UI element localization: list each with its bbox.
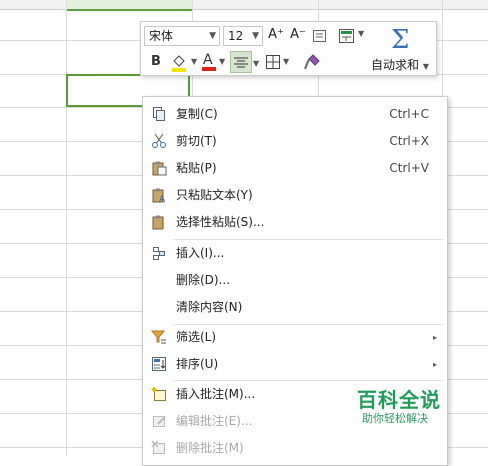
chevron-down-icon: ▼ bbox=[191, 57, 198, 66]
delete-comment-icon bbox=[151, 440, 165, 454]
menu-item-paste-text-only[interactable]: A 只粘贴文本(Y) bbox=[143, 182, 447, 209]
format-painter-button[interactable] bbox=[301, 51, 323, 73]
svg-text:A: A bbox=[159, 195, 166, 203]
menu-item-label: 排序(U) bbox=[176, 357, 219, 371]
autosum-label: 自动求和 bbox=[371, 58, 420, 72]
paste-special-icon: ? bbox=[152, 215, 165, 230]
menu-item-clear-contents[interactable]: 清除内容(N) bbox=[143, 294, 447, 321]
column-header-h[interactable] bbox=[442, 0, 488, 10]
menu-item-label: 插入(I)... bbox=[176, 246, 225, 260]
menu-item-paste-special[interactable]: ? 选择性粘贴(S)... bbox=[143, 209, 447, 236]
watermark-title: 百科全说 bbox=[357, 388, 441, 412]
bold-button[interactable]: B bbox=[145, 51, 167, 73]
font-size-select[interactable]: 12 ▼ bbox=[223, 26, 263, 46]
menu-item-shortcut: Ctrl+X bbox=[389, 134, 429, 148]
paint-bucket-icon bbox=[172, 55, 186, 72]
chevron-down-icon: ▼ bbox=[358, 29, 365, 38]
column-header-e[interactable]: E bbox=[66, 0, 192, 11]
sigma-icon: Σ bbox=[391, 25, 410, 55]
font-name-select[interactable]: 宋体 ▼ bbox=[144, 26, 220, 46]
menu-item-label: 清除内容(N) bbox=[176, 300, 243, 314]
menu-item-label: 剪切(T) bbox=[176, 134, 217, 148]
menu-item-label: 复制(C) bbox=[176, 107, 218, 121]
column-header-g[interactable]: G bbox=[318, 0, 442, 10]
menu-item-delete[interactable]: 删除(D)... bbox=[143, 267, 447, 294]
shrink-font-icon: A⁻ bbox=[290, 27, 306, 42]
chevron-down-icon: ▼ bbox=[209, 31, 216, 41]
menu-item-label: 删除(D)... bbox=[176, 273, 231, 287]
clear-format-button[interactable] bbox=[312, 28, 328, 44]
menu-item-paste[interactable]: 粘贴(P) Ctrl+V bbox=[143, 155, 447, 182]
menu-item-label: 删除批注(M) bbox=[176, 441, 244, 455]
menu-item-shortcut: Ctrl+V bbox=[389, 161, 429, 175]
chevron-down-icon: ▼ bbox=[253, 59, 260, 68]
clear-format-icon bbox=[313, 30, 326, 42]
bold-icon: B bbox=[151, 54, 161, 69]
menu-item-label: 只粘贴文本(Y) bbox=[176, 188, 253, 202]
menu-item-sort[interactable]: 排序(U) ▸ bbox=[143, 351, 447, 378]
column-label-g: G bbox=[376, 0, 385, 2]
grow-font-icon: A⁺ bbox=[268, 27, 284, 42]
watermark-subtitle: 助你轻松解决 bbox=[362, 412, 428, 425]
align-center-button[interactable] bbox=[230, 51, 252, 73]
wrap-text-icon bbox=[339, 29, 354, 43]
menu-item-label: 编辑批注(E)... bbox=[176, 414, 253, 428]
menu-item-insert[interactable]: 插入(I)... bbox=[143, 240, 447, 267]
chevron-down-icon: ▼ bbox=[219, 57, 226, 66]
insert-icon bbox=[153, 247, 165, 260]
menu-item-copy[interactable]: 复制(C) Ctrl+C bbox=[143, 101, 447, 128]
shrink-font-button[interactable]: A⁻ bbox=[288, 27, 308, 45]
fill-color-button[interactable]: ▼ bbox=[167, 51, 199, 73]
submenu-arrow-icon: ▸ bbox=[432, 360, 437, 369]
align-dropdown[interactable]: ▼ bbox=[253, 51, 261, 73]
font-color-swatch bbox=[202, 67, 216, 71]
column-header-d[interactable] bbox=[0, 0, 66, 10]
sort-icon bbox=[152, 357, 166, 371]
align-center-icon bbox=[234, 57, 248, 68]
scissors-icon bbox=[152, 133, 166, 148]
column-header-f[interactable]: F bbox=[192, 0, 318, 10]
copy-icon bbox=[153, 107, 165, 121]
borders-button[interactable]: ▼ bbox=[263, 51, 293, 73]
menu-item-shortcut: Ctrl+C bbox=[389, 107, 429, 121]
edit-comment-icon bbox=[153, 416, 166, 427]
insert-comment-icon bbox=[151, 387, 166, 401]
menu-item-label: 插入批注(M)... bbox=[176, 387, 256, 401]
grow-font-button[interactable]: A⁺ bbox=[266, 27, 286, 45]
chevron-down-icon: ▼ bbox=[283, 57, 290, 66]
submenu-arrow-icon: ▸ bbox=[432, 333, 437, 342]
paste-icon bbox=[152, 161, 167, 176]
column-label-f: F bbox=[252, 0, 258, 2]
autosum-label-button[interactable]: 自动求和 ▼ bbox=[371, 56, 429, 73]
font-size-value: 12 bbox=[228, 29, 244, 43]
autosum-button[interactable]: Σ bbox=[391, 25, 409, 55]
svg-text:?: ? bbox=[160, 222, 165, 230]
mini-format-toolbar: 宋体 ▼ 12 ▼ A⁺ A⁻ ▼ Σ 自动求和 ▼ B ▼ A ▼ ▼ ▼ bbox=[140, 21, 437, 76]
watermark: 百科全说 助你轻松解决 bbox=[342, 380, 448, 430]
chevron-down-icon: ▼ bbox=[422, 62, 429, 71]
font-name-value: 宋体 bbox=[149, 29, 174, 43]
chevron-down-icon: ▼ bbox=[252, 31, 259, 41]
grid-line bbox=[66, 0, 67, 456]
menu-item-label: 选择性粘贴(S)... bbox=[176, 215, 265, 229]
wrap-text-button[interactable]: ▼ bbox=[337, 27, 369, 47]
menu-item-cut[interactable]: 剪切(T) Ctrl+X bbox=[143, 128, 447, 155]
borders-icon bbox=[266, 55, 280, 69]
menu-item-filter[interactable]: 筛选(L) ▸ bbox=[143, 324, 447, 351]
menu-item-delete-comment[interactable]: 删除批注(M) bbox=[143, 435, 447, 462]
format-painter-icon bbox=[304, 54, 320, 70]
filter-icon bbox=[151, 330, 166, 344]
font-color-button[interactable]: A ▼ bbox=[199, 51, 229, 73]
column-label-e: E bbox=[126, 0, 133, 2]
menu-item-label: 粘贴(P) bbox=[176, 161, 217, 175]
menu-item-label: 筛选(L) bbox=[176, 330, 217, 344]
paste-text-icon: A bbox=[152, 188, 166, 203]
